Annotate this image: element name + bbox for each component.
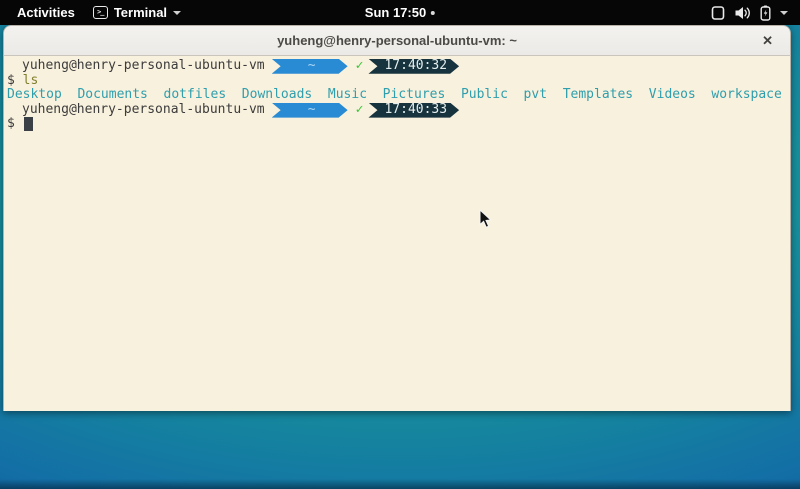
mouse-cursor [479,209,493,229]
prompt-time-segment: 17:40:32 [368,59,459,74]
typed-command: ls [23,73,39,88]
gnome-top-bar: Activities >_ Terminal Sun 17:50 [0,0,800,25]
directory-listing: Desktop Documents dotfiles Downloads Mus… [7,88,790,103]
prompt-symbol: $ [7,73,15,88]
terminal-window: yuheng@henry-personal-ubuntu-vm: ~ ✕ yuh… [3,25,791,411]
clock-label: Sun 17:50 [365,5,426,20]
top-bar-left: Activities >_ Terminal [0,3,181,22]
volume-icon [734,6,751,20]
prompt-line: yuheng@henry-personal-ubuntu-vm ~ ✓ 17:4… [7,59,790,74]
prompt-path-segment: ~ [272,103,348,118]
menu-caret-icon [780,11,788,15]
terminal-app-icon: >_ [93,6,108,19]
prompt-time: 17:40:32 [384,59,447,74]
prompt-symbol: $ [7,116,15,131]
command-line: $ ls [7,74,790,89]
prompt-time-segment: 17:40:33 [368,103,459,118]
prompt-status-check-icon: ✓ [356,59,364,74]
prompt-path: ~ [308,103,316,118]
window-title: yuheng@henry-personal-ubuntu-vm: ~ [277,33,517,48]
window-titlebar[interactable]: yuheng@henry-personal-ubuntu-vm: ~ ✕ [3,25,791,56]
prompt-user-host: yuheng@henry-personal-ubuntu-vm [7,59,265,74]
prompt-path: ~ [308,59,316,74]
clock-button[interactable]: Sun 17:50 [359,3,441,22]
terminal-screen[interactable]: yuheng@henry-personal-ubuntu-vm ~ ✓ 17:4… [3,56,791,411]
prompt-path-segment: ~ [272,59,348,74]
text-cursor [24,117,33,131]
battery-charging-icon [760,5,771,21]
prompt-time: 17:40:33 [384,103,447,118]
app-menu-button[interactable]: >_ Terminal [93,5,181,20]
app-menu-label: Terminal [114,5,167,20]
close-button[interactable]: ✕ [757,26,778,55]
system-status-menu[interactable] [707,0,792,25]
activities-button[interactable]: Activities [13,3,79,22]
prompt-status-check-icon: ✓ [356,103,364,118]
chevron-down-icon [173,11,181,15]
prompt-user-host: yuheng@henry-personal-ubuntu-vm [7,103,265,118]
input-line: $ [7,117,790,132]
network-icon [711,5,725,21]
desktop-background: Activities >_ Terminal Sun 17:50 [0,0,800,489]
notification-dot-icon [431,11,435,15]
prompt-line: yuheng@henry-personal-ubuntu-vm ~ ✓ 17:4… [7,103,790,118]
